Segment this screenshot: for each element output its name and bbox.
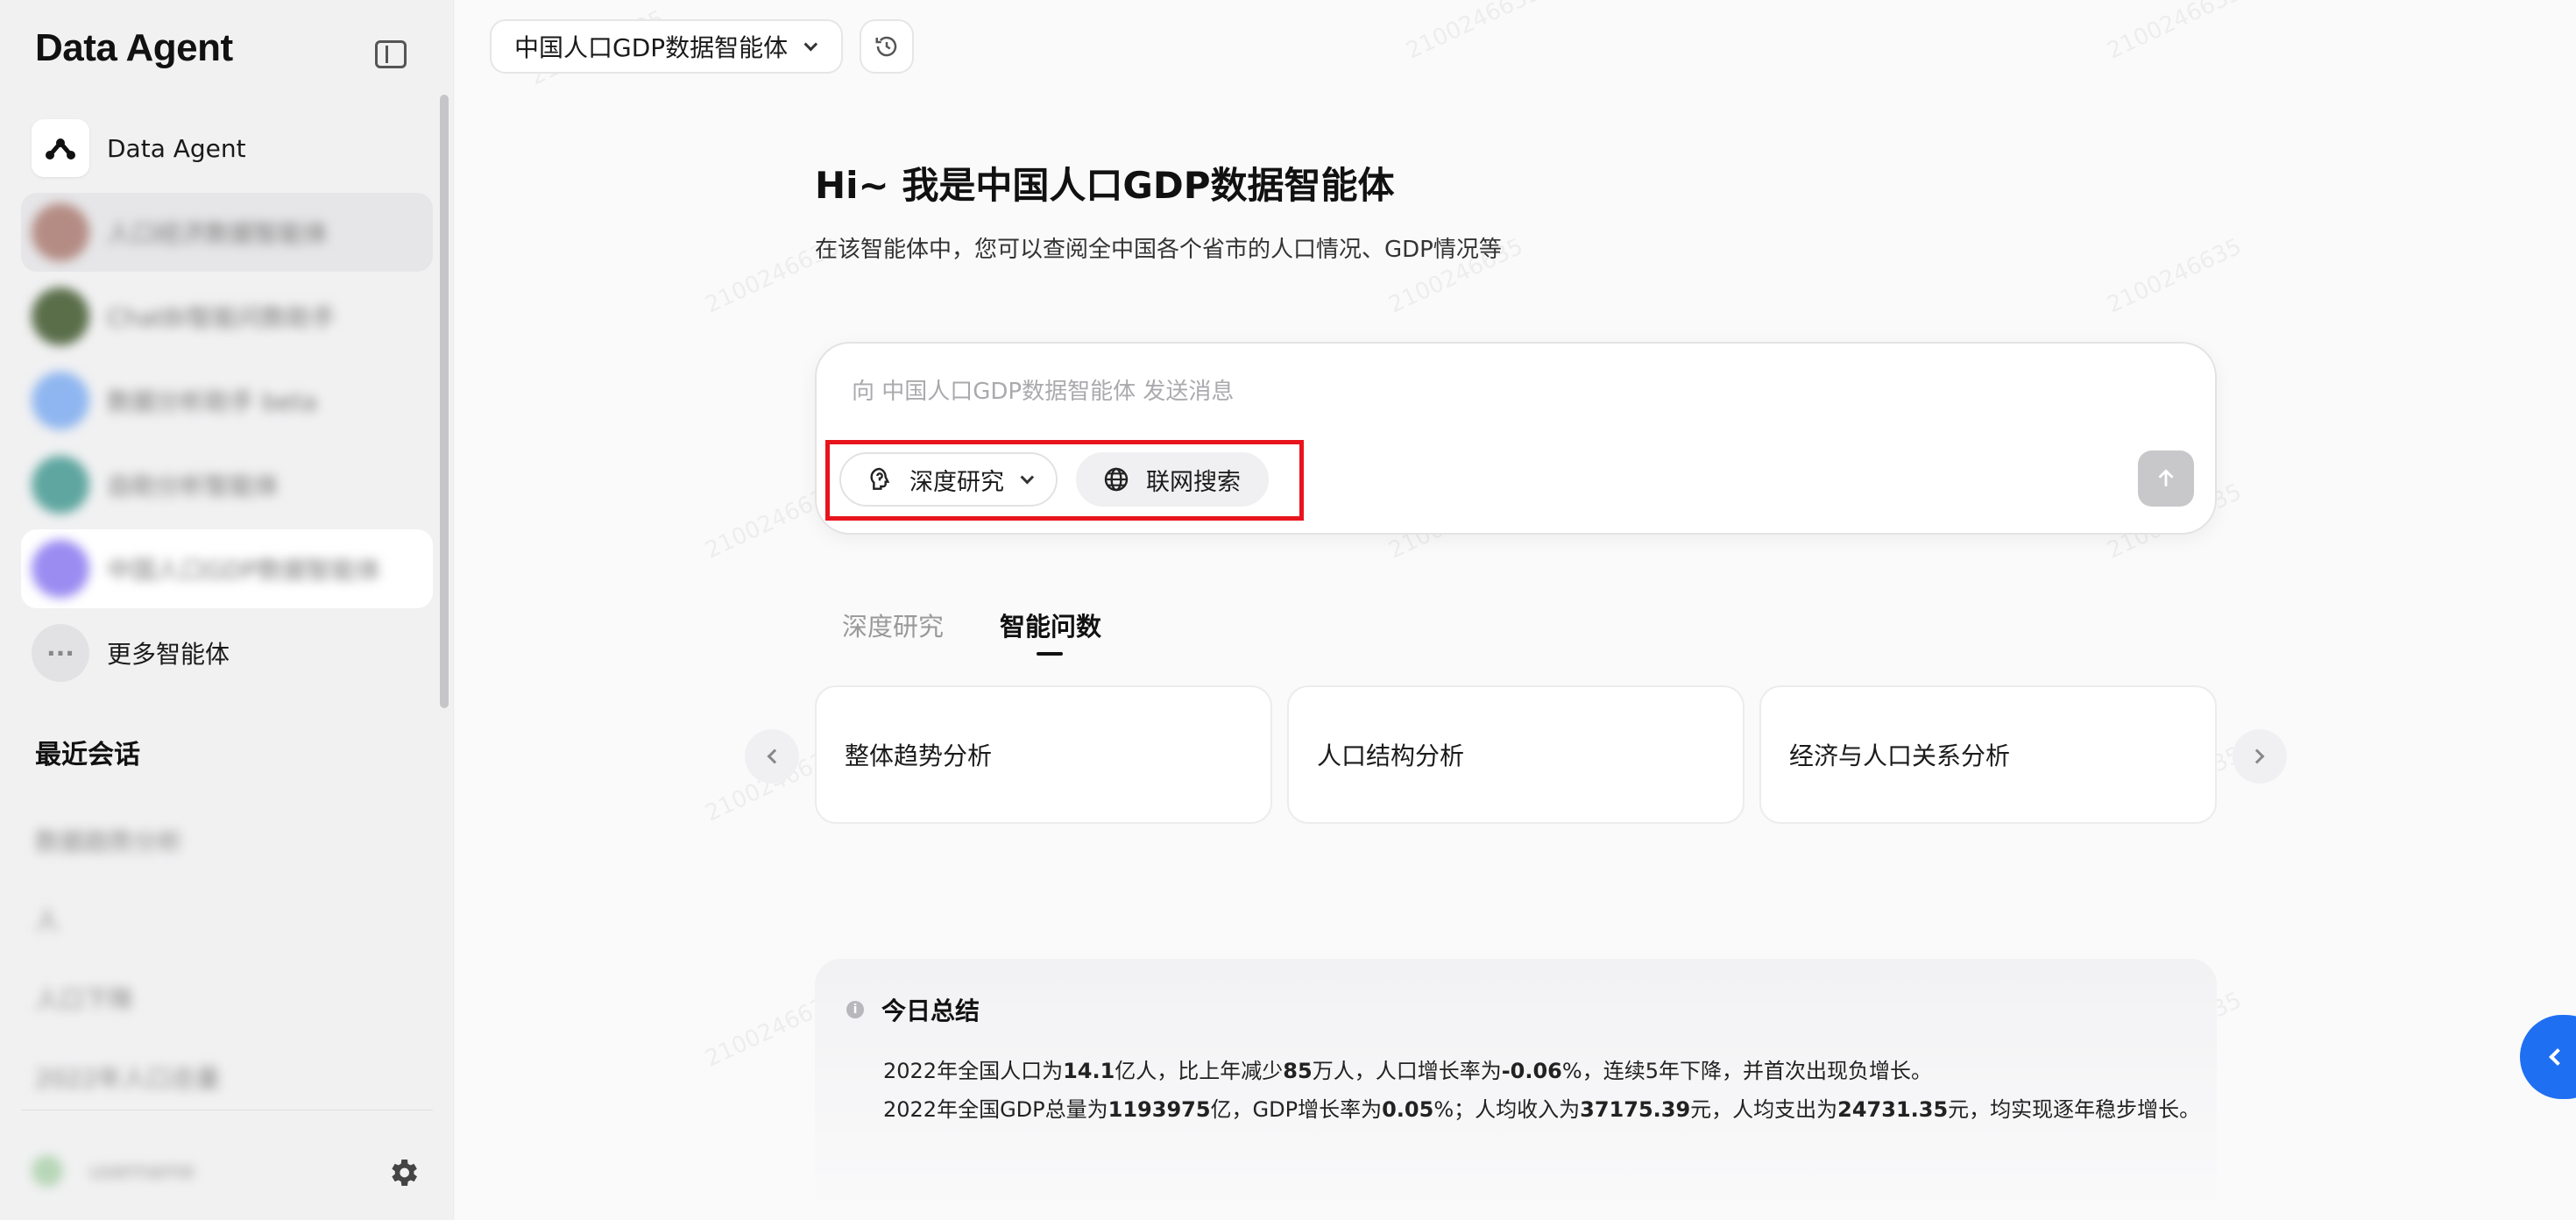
agent-name: Data Agent [107,133,246,163]
web-search-button[interactable]: 联网搜索 [1076,452,1269,507]
brand-logo: Data Agent [35,26,233,69]
history-button[interactable] [860,19,914,74]
agent-selector[interactable]: 中国人口GDP数据智能体 [490,19,844,74]
agent-avatar [32,203,89,261]
recent-session-item[interactable]: 数据趋势分析 [35,801,421,880]
agent-item[interactable]: ChatBI智能问数助手 [21,277,433,356]
daily-summary: i 今日总结 2022年全国人口为14.1亿人，比上年减少85万人，人口增长率为… [815,959,2217,1220]
tab-deep-research[interactable]: 深度研究 [842,606,944,643]
brain-icon [870,467,890,490]
arrow-up-icon [2158,469,2174,486]
recent-sessions-title: 最近会话 [35,740,140,770]
suggestion-card[interactable]: 整体趋势分析 [815,685,1272,824]
web-search-label: 联网搜索 [1146,468,1241,496]
agent-name: 数据分析助手 beta [107,387,318,416]
agent-name: 自助分析智能体 [107,472,280,500]
more-icon: ··· [32,624,89,682]
message-input[interactable] [852,379,2166,405]
info-icon: i [846,1001,864,1018]
chevron-left-icon [767,748,782,764]
data-agent-logo-icon [32,119,89,177]
summary-title-text: 今日总结 [881,997,980,1025]
sidebar: Data Agent Data Agent 人口经济数据智能体 ChatBI智能… [0,0,454,1220]
deep-research-button[interactable]: 深度研究 [839,452,1058,507]
chevron-down-icon [803,37,818,51]
history-icon [875,36,897,57]
carousel-next-button[interactable] [2233,729,2287,784]
chevron-left-icon [2549,1048,2566,1066]
main-content: 2100246635 2100246635 2100246635 2100246… [455,0,2576,1220]
summary-line-gdp: 2022年全国GDP总量为1193975亿，GDP增长率为0.05%；人均收入为… [883,1097,2201,1122]
agent-name: 人口经济数据智能体 [107,219,329,248]
user-avatar [32,1155,63,1187]
agent-list: Data Agent 人口经济数据智能体 ChatBI智能问数助手 数据分析助手… [21,109,433,698]
message-composer: 深度研究 联网搜索 [815,342,2217,535]
more-agents-button[interactable]: ··· 更多智能体 [21,614,433,692]
user-profile[interactable]: username [32,1155,195,1187]
agent-name: 中国人口GDP数据智能体 [107,556,381,585]
agent-selector-label: 中国人口GDP数据智能体 [514,33,789,62]
agent-avatar [32,456,89,514]
watermark: 2100246635 [2103,233,2247,319]
recent-session-list: 数据趋势分析 人 人口下降 2022年人口总量 [35,801,421,1117]
summary-line-population: 2022年全国人口为14.1亿人，比上年减少85万人，人口增长率为-0.06%，… [883,1059,1932,1083]
recent-session-item[interactable]: 2022年人口总量 [35,1038,421,1117]
sidebar-scrollbar[interactable] [440,95,449,708]
sidebar-toggle-icon[interactable] [375,40,407,68]
agent-item[interactable]: 自助分析智能体 [21,445,433,524]
agent-avatar [32,372,89,429]
globe-icon [1104,467,1129,492]
suggestion-tabs: 深度研究 智能问数 [842,606,1157,656]
chevron-right-icon [2249,748,2265,764]
agent-item-data-agent[interactable]: Data Agent [21,109,433,188]
summary-title: i 今日总结 [846,992,980,1027]
deep-research-label: 深度研究 [909,468,1004,496]
chevron-down-icon [1020,470,1035,484]
agent-item[interactable]: 中国人口GDP数据智能体 [21,529,433,608]
suggestion-card[interactable]: 人口结构分析 [1287,685,1744,824]
suggestion-card[interactable]: 经济与人口关系分析 [1759,685,2217,824]
more-agents-label: 更多智能体 [107,640,230,669]
send-button[interactable] [2138,450,2194,507]
agent-item[interactable]: 人口经济数据智能体 [21,193,433,272]
hero-subtitle: 在该智能体中，您可以查阅全中国各个省市的人口情况、GDP情况等 [815,237,1502,263]
carousel-prev-button[interactable] [745,729,799,784]
recent-session-item[interactable]: 人 [35,880,421,959]
recent-session-item[interactable]: 人口下降 [35,959,421,1038]
watermark: 2100246635 [1402,0,1546,65]
watermark: 2100246635 [2103,0,2247,65]
gear-icon[interactable] [386,1155,421,1190]
agent-name: ChatBI智能问数助手 [107,303,336,332]
agent-avatar [32,540,89,598]
hero-title: Hi~ 我是中国人口GDP数据智能体 [815,164,1395,207]
tab-smart-query[interactable]: 智能问数 [1000,606,1101,656]
agent-item[interactable]: 数据分析助手 beta [21,361,433,440]
agent-avatar [32,287,89,345]
user-name: username [89,1159,195,1183]
